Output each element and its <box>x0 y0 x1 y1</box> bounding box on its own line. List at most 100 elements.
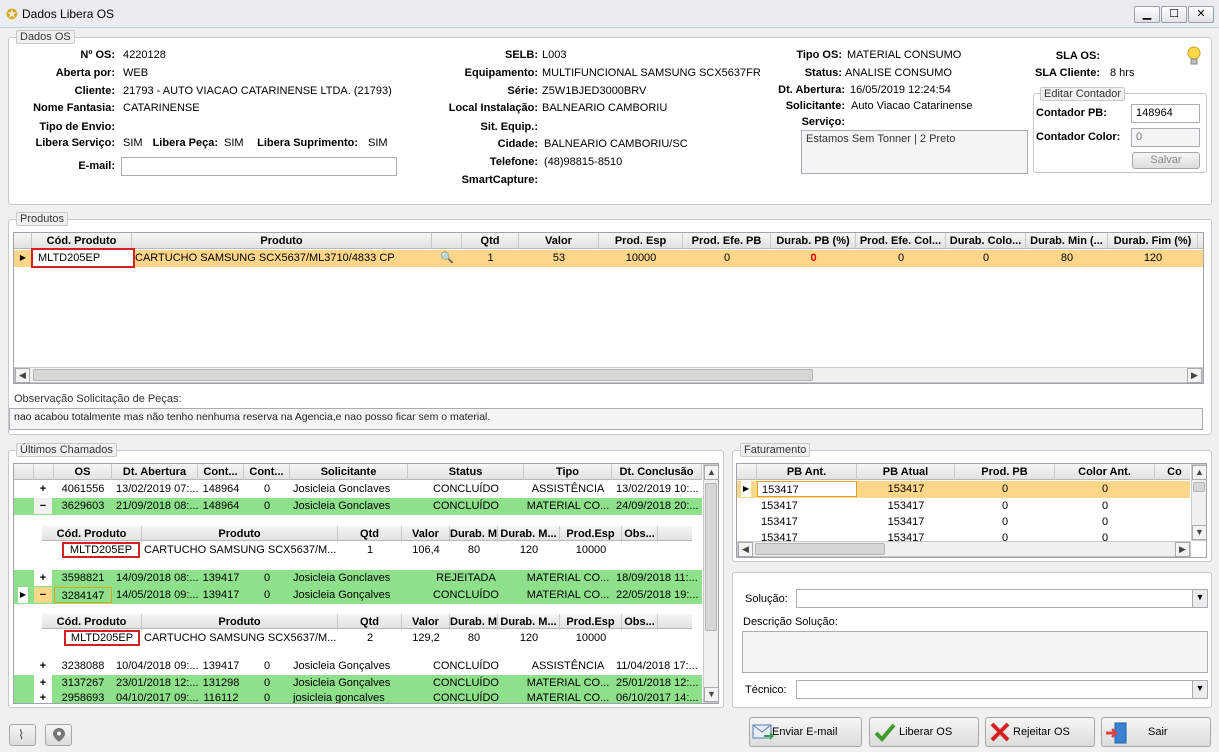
location-button[interactable] <box>45 724 72 746</box>
col-dt-conclusao[interactable]: Dt. Conclusão <box>612 464 702 480</box>
chevron-down-icon[interactable]: ▼ <box>1192 590 1207 607</box>
sub-col-durab-m2[interactable]: Durab. M... <box>498 526 560 542</box>
col-valor[interactable]: Valor <box>519 233 599 249</box>
scroll-left-icon[interactable]: ◀ <box>15 368 30 383</box>
col-cont-1[interactable]: Cont... <box>198 464 244 480</box>
sub-col-obs[interactable]: Obs... <box>622 526 658 542</box>
chevron-down-icon[interactable]: ▼ <box>1192 681 1207 698</box>
chamado-row[interactable]: + 4061556 13/02/2019 07:... 148964 0 Jos… <box>14 481 702 498</box>
faturamento-row[interactable]: 153417 153417 0 0 <box>737 498 1190 515</box>
chamado-row[interactable]: + 2958693 04/10/2017 09:... 116112 0 jos… <box>14 690 702 703</box>
scroll-up-icon[interactable]: ▲ <box>704 465 718 480</box>
col-durab-fim[interactable]: Durab. Fim (%) <box>1108 233 1198 249</box>
descricao-solucao-field[interactable] <box>742 631 1208 673</box>
expand-icon[interactable]: + <box>34 675 52 691</box>
sub-col-cod[interactable]: Cód. Produto <box>42 526 142 542</box>
col-pb-atual[interactable]: PB Atual <box>857 464 955 480</box>
subgrid-row[interactable]: MLTD205EP CARTUCHO SAMSUNG SCX5637/M... … <box>42 630 692 647</box>
scroll-thumb[interactable] <box>705 483 717 631</box>
salvar-button[interactable]: Salvar <box>1132 152 1200 169</box>
sub-col-produto[interactable]: Produto <box>142 614 338 630</box>
contador-pb-field[interactable]: 148964 <box>1131 104 1200 123</box>
scroll-down-icon[interactable]: ▼ <box>704 687 718 702</box>
col-co[interactable]: Co <box>1155 464 1195 480</box>
col-durab-colo[interactable]: Durab. Colo... <box>946 233 1026 249</box>
col-tipo[interactable]: Tipo <box>524 464 612 480</box>
col-prod-efe-pb[interactable]: Prod. Efe. PB <box>683 233 771 249</box>
scroll-thumb[interactable] <box>33 369 813 381</box>
contador-color-field[interactable]: 0 <box>1131 128 1200 147</box>
sub-col-produto[interactable]: Produto <box>142 526 338 542</box>
tecnico-select[interactable]: ▼ <box>796 680 1208 699</box>
maximize-button[interactable]: ☐ <box>1161 6 1187 23</box>
scroll-thumb[interactable] <box>755 543 885 555</box>
produto-row[interactable]: ▶ MLTD205EP CARTUCHO SAMSUNG SCX5637/ML3… <box>14 248 1203 268</box>
liberar-os-button[interactable]: Liberar OS <box>869 717 979 747</box>
ultimos-vscrollbar[interactable]: ▲ ▼ <box>703 464 718 703</box>
scroll-up-icon[interactable]: ▲ <box>1192 465 1206 480</box>
chamado-row[interactable]: + 3598821 14/09/2018 08:... 139417 0 Jos… <box>14 570 702 587</box>
sub-cod-cell[interactable]: MLTD205EP <box>64 630 140 646</box>
close-button[interactable]: ✕ <box>1188 6 1214 23</box>
scroll-right-icon[interactable]: ▶ <box>1187 368 1202 383</box>
sub-col-valor[interactable]: Valor <box>402 526 450 542</box>
scroll-right-icon[interactable]: ▶ <box>1175 542 1190 557</box>
scroll-down-icon[interactable]: ▼ <box>1192 525 1206 540</box>
sub-cod-cell[interactable]: MLTD205EP <box>62 542 140 558</box>
col-prod-pb[interactable]: Prod. PB <box>955 464 1055 480</box>
chamado-row-selected[interactable]: ▶ − 3284147 14/05/2018 09:... 139417 0 J… <box>14 587 702 604</box>
servico-field[interactable]: Estamos Sem Tonner | 2 Preto <box>801 130 1028 174</box>
sub-col-durab-m1[interactable]: Durab. M... <box>450 526 498 542</box>
col-dt-abertura[interactable]: Dt. Abertura <box>112 464 198 480</box>
sub-col-valor[interactable]: Valor <box>402 614 450 630</box>
magnifier-icon[interactable]: 🔍 <box>436 250 458 266</box>
col-durab-pb[interactable]: Durab. PB (%) <box>771 233 856 249</box>
expand-icon[interactable]: + <box>34 690 52 703</box>
expand-icon[interactable]: + <box>34 570 52 586</box>
col-cont-2[interactable]: Cont... <box>244 464 290 480</box>
col-qtd[interactable]: Qtd <box>462 233 519 249</box>
collapse-icon[interactable]: − <box>34 498 52 514</box>
sub-col-prod-esp[interactable]: Prod.Esp <box>560 526 622 542</box>
faturamento-vscrollbar[interactable]: ▲ ▼ <box>1191 464 1206 541</box>
enviar-email-button[interactable]: Enviar E-mail <box>749 717 862 747</box>
col-status[interactable]: Status <box>408 464 524 480</box>
sub-col-qtd[interactable]: Qtd <box>338 526 402 542</box>
collapse-icon[interactable]: − <box>34 587 52 603</box>
scroll-thumb[interactable] <box>1193 482 1205 492</box>
col-durab-min[interactable]: Durab. Min (... <box>1026 233 1108 249</box>
expand-icon[interactable]: + <box>34 658 52 674</box>
faturamento-hscrollbar[interactable]: ◀ ▶ <box>737 541 1191 557</box>
minimize-button[interactable]: ▁ <box>1134 6 1160 23</box>
col-color-ant[interactable]: Color Ant. <box>1055 464 1155 480</box>
chamado-row[interactable]: + 3238088 10/04/2018 09:... 139417 0 Jos… <box>14 658 702 675</box>
sub-col-durab-m1[interactable]: Durab. M... <box>450 614 498 630</box>
solucao-select[interactable]: ▼ <box>796 589 1208 608</box>
sub-col-cod[interactable]: Cód. Produto <box>42 614 142 630</box>
col-prod-esp[interactable]: Prod. Esp <box>599 233 683 249</box>
col-icon[interactable] <box>432 233 462 249</box>
produtos-hscrollbar[interactable]: ◀ ▶ <box>14 367 1203 383</box>
faturamento-row[interactable]: 153417 153417 0 0 <box>737 530 1190 541</box>
col-os[interactable]: OS <box>54 464 112 480</box>
sair-button[interactable]: Sair <box>1101 717 1211 747</box>
expand-icon[interactable]: + <box>34 481 52 497</box>
sub-col-durab-m2[interactable]: Durab. M... <box>498 614 560 630</box>
sub-col-qtd[interactable]: Qtd <box>338 614 402 630</box>
scroll-left-icon[interactable]: ◀ <box>738 542 753 557</box>
faturamento-row-selected[interactable]: ▶ 153417 153417 0 0 <box>737 481 1190 498</box>
sub-col-obs[interactable]: Obs... <box>622 614 658 630</box>
faturamento-row[interactable]: 153417 153417 0 0 <box>737 514 1190 531</box>
col-prod-efe-col[interactable]: Prod. Efe. Col... <box>856 233 946 249</box>
sub-col-prod-esp[interactable]: Prod.Esp <box>560 614 622 630</box>
col-solicitante[interactable]: Solicitante <box>290 464 408 480</box>
chamado-row[interactable]: − 3629603 21/09/2018 08:... 148964 0 Jos… <box>14 498 702 515</box>
col-produto[interactable]: Produto <box>132 233 432 249</box>
rejeitar-os-button[interactable]: Rejeitar OS <box>985 717 1095 747</box>
attach-button[interactable]: ⌇ <box>9 724 36 746</box>
email-field[interactable] <box>121 157 397 176</box>
col-cod-produto[interactable]: Cód. Produto <box>32 233 132 249</box>
produto-cod-cell[interactable]: MLTD205EP <box>31 248 135 268</box>
subgrid-row[interactable]: MLTD205EP CARTUCHO SAMSUNG SCX5637/M... … <box>42 542 692 559</box>
col-pb-ant[interactable]: PB Ant. <box>757 464 857 480</box>
